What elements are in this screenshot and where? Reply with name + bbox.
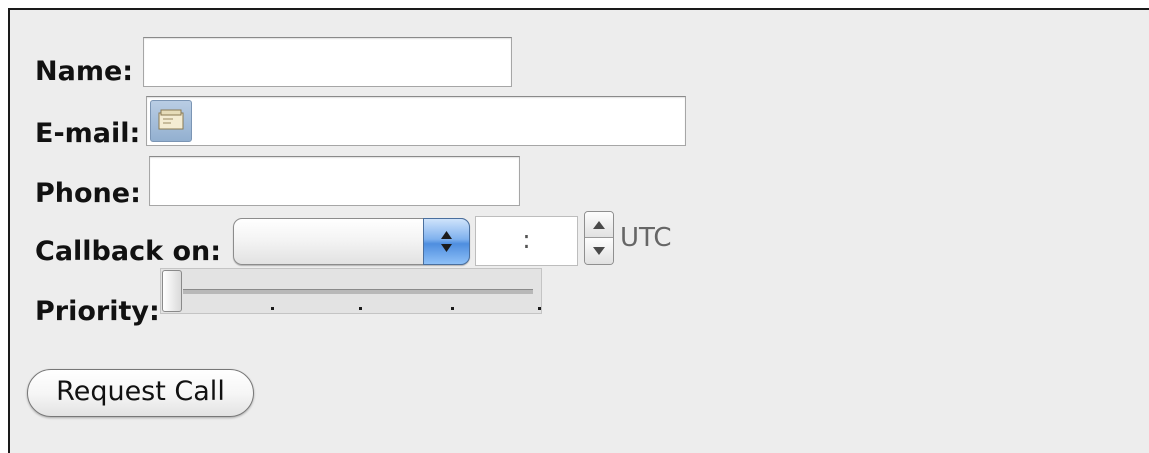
name-input[interactable] (143, 37, 512, 87)
address-card-icon[interactable] (150, 100, 192, 142)
phone-label: Phone: (35, 178, 141, 209)
select-arrows-icon[interactable] (423, 218, 470, 265)
request-call-button[interactable]: Request Call (27, 369, 254, 417)
time-stepper[interactable] (584, 211, 614, 265)
callback-day-select[interactable] (233, 218, 470, 265)
slider-tick (271, 307, 274, 310)
email-input[interactable] (146, 96, 686, 146)
timezone-label: UTC (620, 223, 672, 253)
slider-track[interactable] (160, 268, 542, 314)
slider-tick (538, 307, 541, 310)
name-label: Name: (35, 56, 134, 87)
priority-label: Priority: (35, 296, 160, 327)
stepper-down-icon[interactable] (585, 238, 613, 264)
slider-line (183, 289, 533, 294)
slider-tick (451, 307, 454, 310)
slider-tick (359, 307, 362, 310)
phone-input[interactable] (149, 156, 520, 206)
callback-label: Callback on: (35, 236, 222, 267)
callback-time-input[interactable]: : (475, 216, 578, 266)
email-label: E-mail: (35, 118, 141, 149)
slider-thumb[interactable] (162, 270, 182, 312)
stepper-up-icon[interactable] (585, 212, 613, 238)
priority-slider[interactable] (160, 268, 542, 314)
